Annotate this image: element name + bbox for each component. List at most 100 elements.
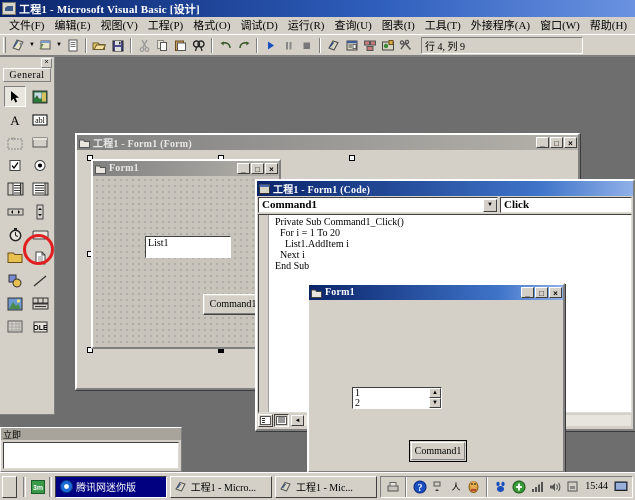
cut-icon[interactable] — [136, 37, 153, 54]
taskbar-item-vb-1[interactable]: 工程1 - Micro... — [169, 475, 272, 498]
design-time-form1[interactable]: Form1 _ □ × List1 Command1 — [91, 159, 281, 349]
data-tool[interactable] — [29, 293, 51, 314]
security-icon[interactable] — [565, 479, 580, 494]
network-icon[interactable] — [430, 479, 445, 494]
selection-handle-top-right[interactable] — [349, 155, 355, 161]
menu-file[interactable]: 文件(F) — [4, 16, 49, 34]
form-layout-icon[interactable] — [361, 37, 378, 54]
paste-icon[interactable] — [172, 37, 189, 54]
picturebox-tool[interactable] — [29, 86, 51, 107]
add-project-dropdown-arrow[interactable]: ▼ — [28, 37, 36, 54]
menu-query[interactable]: 查询(U) — [329, 16, 376, 34]
taskbar-item-tencent[interactable]: 腾讯网迷你版 — [55, 475, 167, 498]
menu-diagram[interactable]: 图表(I) — [377, 16, 420, 34]
shape-tool[interactable] — [4, 270, 26, 291]
menu-run[interactable]: 运行(R) — [283, 16, 330, 34]
form-designer-close-button[interactable]: × — [564, 137, 577, 148]
undo-icon[interactable] — [217, 37, 234, 54]
menu-window[interactable]: 窗口(W) — [535, 16, 585, 34]
design-form-minimize-button[interactable]: _ — [237, 163, 250, 174]
checkbox-tool[interactable] — [4, 155, 26, 176]
open-project-icon[interactable] — [91, 37, 108, 54]
object-browser-icon[interactable] — [379, 37, 396, 54]
volume-icon[interactable] — [547, 479, 562, 494]
start-button[interactable] — [2, 475, 18, 498]
grid-tool[interactable] — [4, 316, 26, 337]
toolbox-tab-general[interactable]: General — [3, 68, 51, 82]
code-hscroll-left-arrow[interactable]: ◄ — [291, 415, 304, 426]
immediate-window[interactable]: 立即 — [0, 427, 182, 472]
project-explorer-icon[interactable] — [325, 37, 342, 54]
image-tool[interactable] — [4, 293, 26, 314]
find-icon[interactable] — [190, 37, 207, 54]
run-form-close-button[interactable]: × — [549, 287, 562, 298]
runtime-listbox-list1[interactable]: 1 2 ▲ ▼ — [352, 387, 442, 409]
listbox-scroll-down-arrow[interactable]: ▼ — [429, 398, 441, 408]
pause-icon[interactable] — [280, 37, 297, 54]
object-combobox-arrow[interactable]: ▼ — [483, 198, 497, 212]
menu-addins[interactable]: 外接程序(A) — [466, 16, 535, 34]
input-method-icon[interactable]: 人 — [448, 479, 463, 494]
toolbox-icon[interactable] — [397, 37, 414, 54]
start-run-icon[interactable] — [262, 37, 279, 54]
optionbutton-tool[interactable] — [29, 155, 51, 176]
ole-tool[interactable]: OLE — [29, 316, 51, 337]
qq-icon[interactable] — [466, 479, 481, 494]
code-margin-indicator-bar[interactable] — [259, 215, 269, 412]
toolbar-grip[interactable] — [3, 37, 6, 53]
hscrollbar-tool[interactable] — [4, 201, 26, 222]
run-form-minimize-button[interactable]: _ — [521, 287, 534, 298]
menu-view[interactable]: 视图(V) — [96, 16, 143, 34]
pointer-tool[interactable] — [4, 86, 26, 107]
design-form-canvas[interactable]: List1 Command1 — [93, 176, 279, 347]
add-form-dropdown-arrow[interactable]: ▼ — [55, 37, 63, 54]
runtime-listbox-scrollbar[interactable]: ▲ ▼ — [429, 388, 441, 408]
textbox-tool[interactable]: abl — [29, 109, 51, 130]
running-form1-window[interactable]: Form1 _ □ × 1 2 ▲ ▼ Command1 — [307, 283, 565, 472]
menu-debug[interactable]: 调试(D) — [236, 16, 283, 34]
show-desktop-icon[interactable] — [613, 479, 628, 494]
design-commandbutton-command1[interactable]: Command1 — [203, 294, 263, 315]
toolbox-close-button[interactable]: × — [41, 58, 52, 68]
procedure-combobox[interactable]: Click — [500, 197, 632, 213]
update-icon[interactable] — [511, 479, 526, 494]
menu-project[interactable]: 工程(P) — [143, 16, 188, 34]
msn-messenger-icon[interactable]: 3m — [29, 477, 46, 497]
printer-icon[interactable] — [385, 479, 400, 494]
form-designer-minimize-button[interactable]: _ — [536, 137, 549, 148]
menu-format[interactable]: 格式(O) — [188, 16, 235, 34]
listbox-tool[interactable] — [29, 178, 51, 199]
dirlistbox-tool[interactable] — [4, 247, 26, 268]
design-form-maximize-button[interactable]: □ — [251, 163, 264, 174]
frame-tool[interactable]: xy — [4, 132, 26, 153]
taskbar-item-vb-2[interactable]: 工程1 - Mic... — [274, 475, 378, 498]
form-designer-maximize-button[interactable]: □ — [550, 137, 563, 148]
immediate-window-textarea[interactable] — [3, 442, 179, 469]
copy-icon[interactable] — [154, 37, 171, 54]
filelistbox-tool[interactable] — [29, 247, 51, 268]
taskbar-clock[interactable]: 15:44 — [583, 481, 610, 492]
commandbutton-tool[interactable] — [29, 132, 51, 153]
save-project-icon[interactable] — [109, 37, 126, 54]
add-project-icon[interactable] — [10, 37, 27, 54]
combobox-tool[interactable] — [4, 178, 26, 199]
menu-editor-icon[interactable] — [64, 37, 81, 54]
menu-help[interactable]: 帮助(H) — [585, 16, 632, 34]
help-icon[interactable]: ? — [412, 479, 427, 494]
timer-tool[interactable] — [4, 224, 26, 245]
vscrollbar-tool[interactable] — [29, 201, 51, 222]
stop-icon[interactable] — [298, 37, 315, 54]
signal-icon[interactable] — [529, 479, 544, 494]
object-combobox[interactable]: Command1 ▼ — [258, 197, 498, 213]
runtime-listbox-items[interactable]: 1 2 — [353, 388, 429, 409]
design-listbox-list1[interactable]: List1 — [145, 236, 231, 258]
baidu-icon[interactable] — [493, 479, 508, 494]
label-tool[interactable]: A — [4, 109, 26, 130]
redo-icon[interactable] — [235, 37, 252, 54]
runtime-commandbutton-command1[interactable]: Command1 — [409, 440, 467, 462]
menu-tools[interactable]: 工具(T) — [420, 16, 466, 34]
listbox-scroll-up-arrow[interactable]: ▲ — [429, 388, 441, 398]
full-module-view-button[interactable] — [274, 414, 289, 427]
design-form-close-button[interactable]: × — [265, 163, 278, 174]
drivelistbox-tool[interactable] — [29, 224, 51, 245]
